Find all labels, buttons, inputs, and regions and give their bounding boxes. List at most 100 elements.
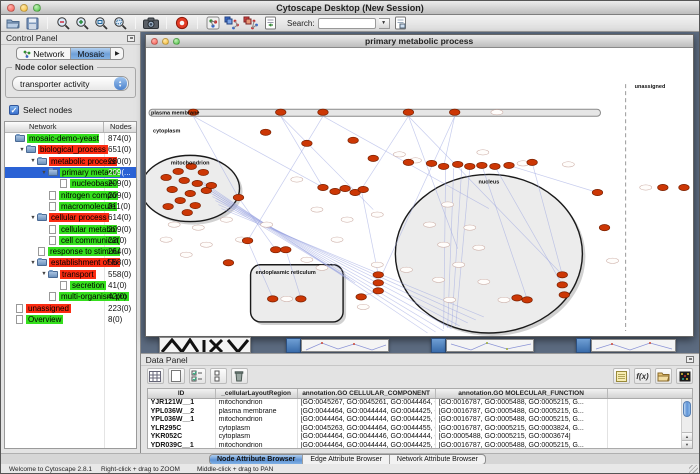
node-label-bubble	[316, 265, 328, 270]
select-all-attributes-icon[interactable]	[189, 368, 206, 384]
unselect-attributes-icon[interactable]	[210, 368, 227, 384]
protein-node	[301, 140, 311, 146]
select-nodes-checkbox[interactable]: ✓	[9, 105, 19, 115]
zoom-window-button[interactable]	[33, 4, 41, 12]
annotation-icon[interactable]	[262, 16, 278, 31]
node-label-bubble	[452, 262, 464, 267]
tab-node-attribute-browser[interactable]: Node Attribute Browser	[210, 455, 303, 464]
tab-overflow-arrow-icon[interactable]: ▶	[111, 48, 123, 59]
tab-mosaic[interactable]: Mosaic	[71, 48, 111, 59]
background-window-fragment[interactable]	[301, 339, 389, 352]
close-network-button[interactable]	[151, 38, 158, 45]
tree-row-node-count: 558(0)	[108, 270, 131, 279]
background-window-fragment[interactable]	[576, 338, 591, 353]
zoom-network-button[interactable]	[173, 38, 180, 45]
snapshot-camera-icon[interactable]	[143, 16, 159, 31]
table-row[interactable]: YLR295Ccytoplasm[GO:0045263, GO:0044464,…	[148, 425, 692, 434]
background-window-fragment[interactable]	[431, 338, 446, 353]
scroll-down-icon[interactable]: ▼	[682, 440, 692, 448]
session-note-icon[interactable]	[393, 16, 409, 31]
tree-row[interactable]: ▼transport558(0)	[5, 269, 136, 280]
attribute-matrix-icon[interactable]	[676, 368, 693, 384]
table-row[interactable]: YJR121W__1mitochondrion[GO:0045267, GO:0…	[148, 399, 692, 408]
delete-attribute-icon[interactable]	[231, 368, 248, 384]
attribute-table: ID _cellularLayoutRegion annotation.GO C…	[147, 388, 693, 449]
protein-node	[476, 162, 486, 168]
import-attributes-icon[interactable]	[655, 368, 672, 384]
tree-row[interactable]: ▼cellular process614(0)	[5, 212, 136, 223]
tree-row[interactable]: ▼metabolic process280(0)	[5, 156, 136, 167]
background-window-fragment[interactable]	[286, 338, 301, 353]
table-row[interactable]: YPL036W__1mitochondrion[GO:0044464, GO:0…	[148, 416, 692, 425]
zoom-fit-icon[interactable]	[93, 16, 109, 31]
tree-row[interactable]: Overview8(0)	[5, 314, 136, 325]
minimize-window-button[interactable]	[20, 4, 28, 12]
table-row[interactable]: YKR052Ccytoplasm[GO:0044464, GO:0044446,…	[148, 433, 692, 442]
zoom-out-icon[interactable]	[55, 16, 71, 31]
open-folder-icon[interactable]	[5, 16, 21, 31]
folder-icon	[48, 169, 58, 176]
float-data-panel-icon[interactable]	[686, 356, 694, 363]
network-window-titlebar[interactable]: primary metabolic process	[146, 35, 693, 48]
table-scrollbar[interactable]: ▲ ▼	[681, 399, 692, 448]
scroll-up-icon[interactable]: ▲	[682, 432, 692, 440]
window-title: Cytoscape Desktop (New Session)	[1, 1, 699, 15]
tree-row[interactable]: response to stimulu264(0)	[5, 246, 136, 257]
tree-row[interactable]: macromolecule311(0)	[5, 201, 136, 212]
save-icon[interactable]	[24, 16, 40, 31]
tree-row[interactable]: secretion41(0)	[5, 280, 136, 291]
tree-row[interactable]: nucleobase-209(0)	[5, 178, 136, 189]
tree-row[interactable]: nitrogen compo209(0)	[5, 189, 136, 200]
scrollbar-thumb[interactable]	[683, 401, 691, 417]
tree-header[interactable]: Network Nodes	[5, 122, 136, 133]
tree-row-node-count: 42(0)	[108, 292, 127, 301]
network-canvas[interactable]: plasma membranecytoplasmunassignedmitoch…	[146, 48, 693, 336]
help-ring-icon[interactable]	[174, 16, 190, 31]
zoom-in-icon[interactable]	[74, 16, 90, 31]
float-panel-icon[interactable]	[127, 35, 135, 42]
background-window-fragment[interactable]	[446, 339, 534, 352]
tree-row-node-count: 651(0)	[108, 145, 131, 154]
node-color-dropdown[interactable]: transporter activity ▲▼	[12, 76, 129, 91]
layout-nodes-icon[interactable]	[224, 16, 240, 31]
tree-row[interactable]: multi-organism pro42(0)	[5, 291, 136, 302]
tree-row[interactable]: unassigned223(0)	[5, 302, 136, 313]
search-input[interactable]	[318, 18, 376, 29]
select-attributes-icon[interactable]	[147, 368, 164, 384]
table-row[interactable]: YPL036W__2plasma membrane[GO:0044464, GO…	[148, 408, 692, 417]
tab-network[interactable]: Network	[17, 48, 71, 59]
tree-row-node-count: 41(0)	[108, 281, 127, 290]
zoom-selected-icon[interactable]	[112, 16, 128, 31]
window-titlebar[interactable]: Cytoscape Desktop (New Session)	[1, 1, 699, 15]
network-overview-icon[interactable]	[205, 16, 221, 31]
tab-network-attribute-browser[interactable]: Network Attribute Browser	[390, 455, 485, 464]
table-row[interactable]: YDR039C__1mitochondrion[GO:0044464, GO:0…	[148, 442, 692, 450]
node-label-bubble	[311, 207, 323, 212]
tree-row[interactable]: mosaic-demo-yeast874(0)	[5, 133, 136, 144]
tree-row-node-count: 209(...	[108, 168, 131, 177]
network-leaf-icon	[49, 202, 56, 211]
protein-node	[190, 202, 200, 208]
protein-node	[270, 247, 280, 253]
network-view-window[interactable]: primary metabolic process plasma membran…	[145, 34, 694, 337]
tab-edge-attribute-browser[interactable]: Edge Attribute Browser	[303, 455, 390, 464]
data-panel-toolbar: f(x)	[141, 366, 699, 386]
minimize-network-button[interactable]	[162, 38, 169, 45]
node-label-bubble	[290, 177, 302, 182]
tree-row[interactable]: cellular metabo209(0)	[5, 223, 136, 234]
notepad-icon[interactable]	[613, 368, 630, 384]
tree-row[interactable]: ▼primary metabo209(...	[5, 167, 136, 178]
search-dropdown-icon[interactable]: ▼	[379, 18, 390, 29]
layout-edges-icon[interactable]	[243, 16, 259, 31]
background-window-fragment[interactable]	[159, 337, 251, 353]
close-window-button[interactable]	[7, 4, 15, 12]
table-cell: YKR052C	[148, 433, 216, 442]
background-window-fragment[interactable]	[591, 339, 676, 352]
tree-row[interactable]: cell communicat22(0)	[5, 235, 136, 246]
function-builder-icon[interactable]: f(x)	[634, 368, 651, 384]
tree-row[interactable]: ▼establishment of lo558(0)	[5, 257, 136, 268]
node-label-bubble	[437, 242, 449, 247]
tree-row[interactable]: ▼biological_process651(0)	[5, 144, 136, 155]
resize-grip[interactable]	[689, 465, 698, 474]
create-attribute-icon[interactable]	[168, 368, 185, 384]
